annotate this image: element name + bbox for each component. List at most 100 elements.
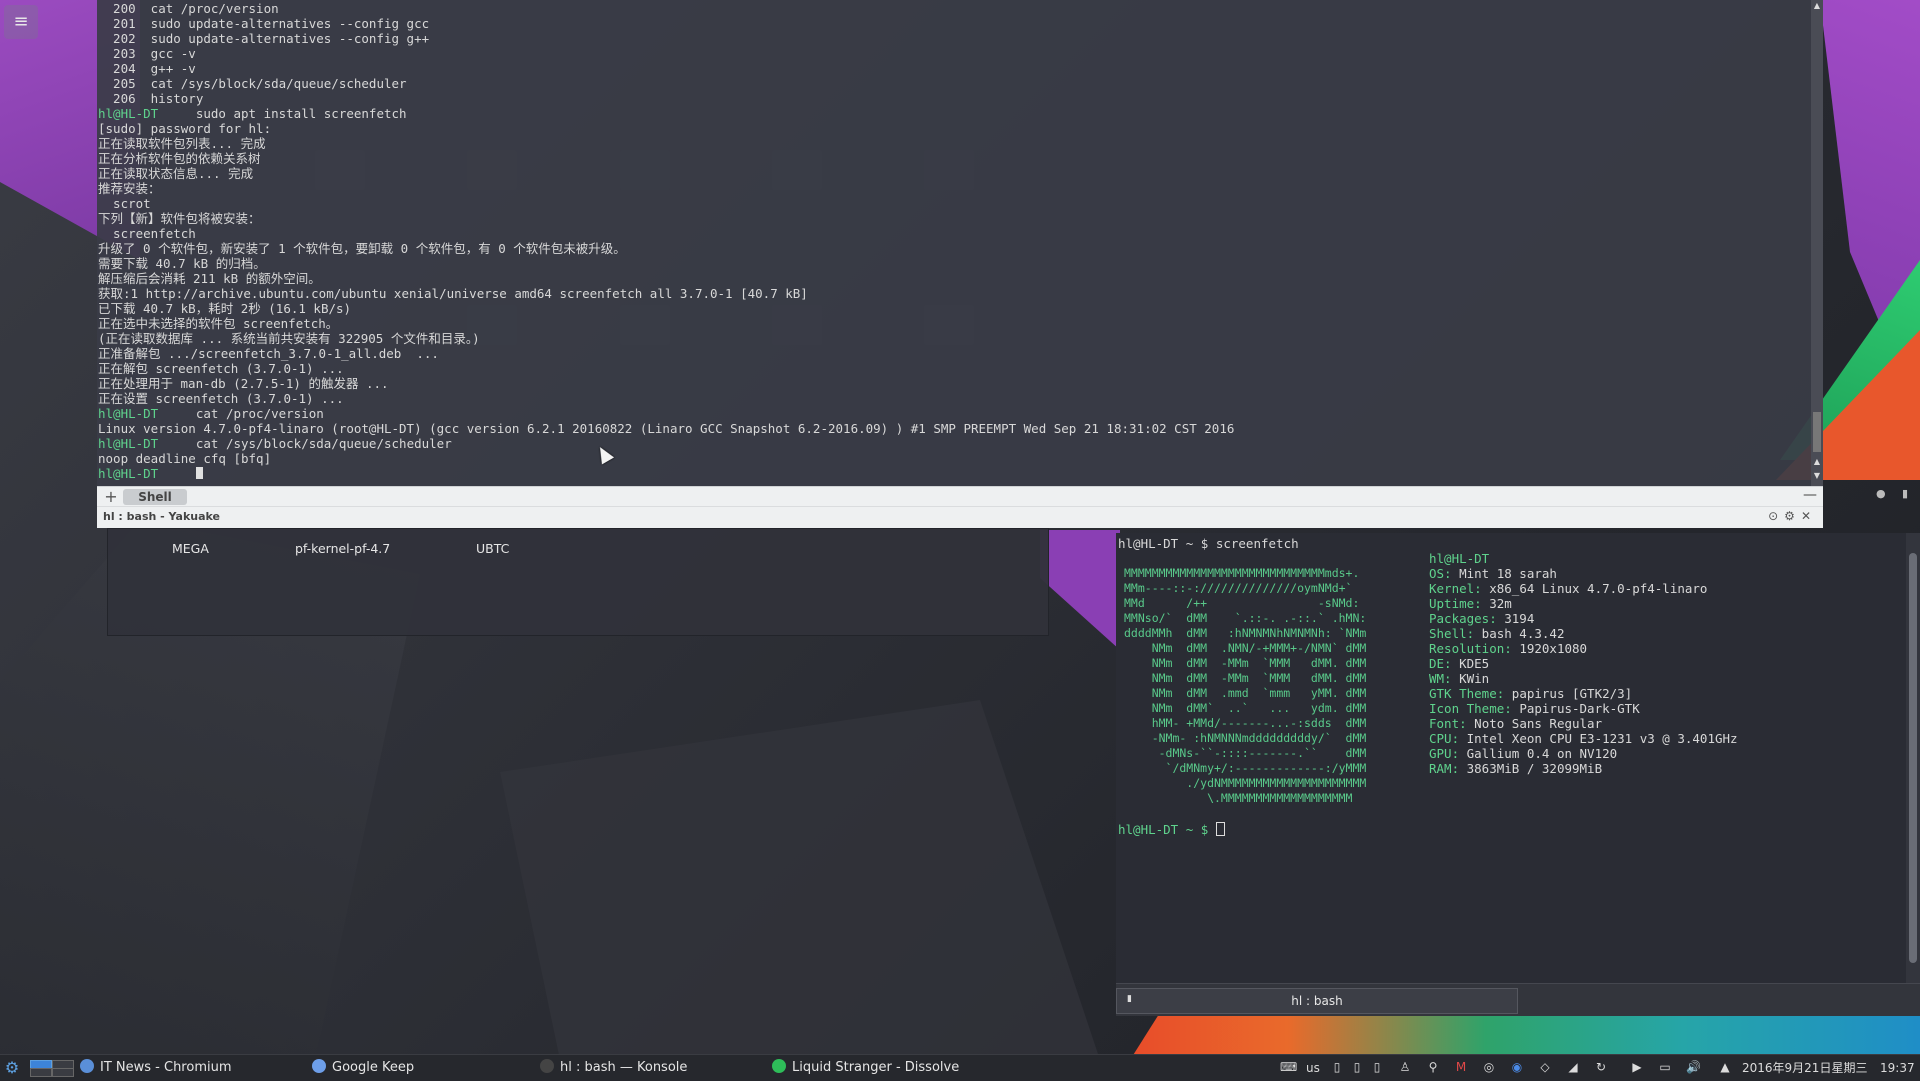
folder-item-ubtc[interactable]: UBTC [476, 541, 509, 556]
info-key: GPU: [1429, 746, 1460, 761]
desktop-4[interactable] [52, 1068, 74, 1077]
terminal-text: screenfetch [98, 226, 196, 241]
terminal-line: (正在读取数据库 ... 系统当前共安装有 322905 个文件和目录。) [98, 331, 1234, 346]
taskbar-task[interactable]: hl : bash — Konsole [540, 1057, 687, 1079]
activity-3-icon[interactable]: ▯ [1370, 1060, 1384, 1074]
info-key: Packages: [1429, 611, 1497, 626]
yakuake-terminal-output: 200 cat /proc/version 201 sudo update-al… [98, 1, 1234, 481]
terminal-text: 正在读取状态信息... 完成 [98, 166, 254, 181]
info-row: OS: Mint 18 sarah [1429, 566, 1738, 581]
steam-icon[interactable]: ◎ [1482, 1060, 1496, 1074]
info-row: GTK Theme: papirus [GTK2/3] [1429, 686, 1738, 701]
info-value: KWin [1451, 671, 1490, 686]
konsole-prompt[interactable]: hl@HL-DT ~ $ [1118, 822, 1225, 837]
info-value: 3194 [1496, 611, 1535, 626]
user-icon[interactable]: ♙ [1398, 1060, 1412, 1074]
terminal-line: 200 cat /proc/version [98, 1, 1234, 16]
shell-prompt: hl@HL-DT [98, 106, 159, 121]
terminal-text: cat /proc/version [158, 406, 324, 421]
info-row: Icon Theme: Papirus-Dark-GTK [1429, 701, 1738, 716]
media-play-icon[interactable]: ▶ [1630, 1060, 1644, 1074]
add-tab-button[interactable]: + [103, 488, 119, 506]
taskbar-task[interactable]: Google Keep [312, 1057, 414, 1079]
logo-line: MMMMMMMMMMMMMMMMMMMMMMMMMMMMMmds+. [1124, 566, 1360, 580]
terminal-text: 正在分析软件包的依赖关系树 [98, 151, 261, 166]
volume-icon[interactable]: 🔊 [1686, 1060, 1701, 1074]
minimize-button[interactable]: — [1803, 487, 1817, 503]
info-value: bash 4.3.42 [1474, 626, 1565, 641]
keyboard-icon[interactable]: ⌨ [1280, 1060, 1297, 1074]
shell-prompt: hl@HL-DT [98, 436, 159, 451]
yakuake-terminal[interactable]: 200 cat /proc/version 201 sudo update-al… [97, 0, 1823, 486]
terminal-line: hl@HL-DT sudo apt install screenfetch [98, 106, 1234, 121]
logo-line: \.MMMMMMMMMMMMMMMMMMM [1124, 791, 1353, 805]
activity-1-icon[interactable]: ▯ [1330, 1060, 1344, 1074]
info-key: DE: [1429, 656, 1452, 671]
date-label[interactable]: 2016年9月21日星期三 [1742, 1057, 1867, 1079]
dot-icon: ● [1876, 487, 1886, 500]
activity-2-icon[interactable]: ▯ [1350, 1060, 1364, 1074]
tab-bash[interactable]: ▮ hl : bash [1116, 988, 1518, 1014]
info-key: WM: [1429, 671, 1452, 686]
info-key: Icon Theme: [1429, 701, 1512, 716]
terminal-text: 正在设置 screenfetch (3.7.0-1) ... [98, 391, 344, 406]
terminal-text: 已下载 40.7 kB，耗时 2秒 (16.1 kB/s) [98, 301, 352, 316]
desktop-3[interactable] [30, 1068, 52, 1077]
terminal-text: 正准备解包 .../screenfetch_3.7.0-1_all.deb ..… [98, 346, 439, 361]
close-icon[interactable]: ✕ [1801, 509, 1817, 523]
dropbox-icon[interactable]: ◇ [1538, 1060, 1552, 1074]
terminal-line: 下列【新】软件包将被安装： [98, 211, 1234, 226]
taskbar-task[interactable]: IT News - Chromium [80, 1057, 232, 1079]
info-value: x86_64 Linux 4.7.0-pf4-linaro [1481, 581, 1708, 596]
info-row: Resolution: 1920x1080 [1429, 641, 1738, 656]
record-icon[interactable]: ⊙ [1768, 509, 1784, 523]
folder-item-mega[interactable]: MEGA [172, 541, 209, 556]
chevron-up-icon[interactable]: ▲ [1718, 1060, 1732, 1074]
taskbar-task[interactable]: Liquid Stranger - Dissolve [772, 1057, 959, 1079]
application-launcher-button[interactable]: ⚙ [3, 1059, 21, 1077]
info-row: RAM: 3863MiB / 32099MiB [1429, 761, 1738, 776]
clock-label[interactable]: 19:37 [1880, 1057, 1915, 1079]
chrome-icon[interactable]: ◉ [1510, 1060, 1524, 1074]
terminal-text: Linux version 4.7.0-pf4-linaro (root@HL-… [98, 421, 1235, 436]
info-row: Font: Noto Sans Regular [1429, 716, 1738, 731]
konsole-scrollbar[interactable] [1906, 533, 1920, 983]
scroll-up-icon[interactable]: ▲ [1811, 0, 1823, 12]
terminal-text: 正在选中未选择的软件包 screenfetch。 [98, 316, 339, 331]
update-icon[interactable]: ↻ [1594, 1060, 1608, 1074]
keyboard-layout[interactable]: us [1306, 1057, 1320, 1079]
info-key: CPU: [1429, 731, 1460, 746]
window-title: hl : bash - Yakuake [103, 510, 220, 523]
logo-line: MMm----::-://////////////oymNMd+` [1124, 581, 1353, 595]
info-key: Resolution: [1429, 641, 1512, 656]
display-icon[interactable]: ▭ [1658, 1060, 1672, 1074]
logo-line: ddddMMh dMM :hNMNMNhNMNMNh: `NMm [1124, 626, 1367, 640]
logo-line: ./ydNMMMMMMMMMMMMMMMMMMMMM [1124, 776, 1367, 790]
scroll-up-icon[interactable]: ▲ [1811, 456, 1823, 468]
terminal-text: 206 history [98, 91, 204, 106]
info-value: Noto Sans Regular [1466, 716, 1603, 731]
scroll-down-icon[interactable]: ▼ [1811, 470, 1823, 482]
terminal-line: 206 history [98, 91, 1234, 106]
yakuake-scrollbar[interactable]: ▲ ▲ ▼ [1811, 0, 1823, 486]
terminal-text: 202 sudo update-alternatives --config g+… [98, 31, 430, 46]
folder-item-pf-kernel[interactable]: pf-kernel-pf-4.7 [295, 541, 390, 556]
network-icon[interactable]: ◢ [1566, 1060, 1580, 1074]
logo-line: hMM- +MMd/-------...-:sdds dMM [1124, 716, 1367, 730]
paperclip-icon[interactable]: ⚲ [1426, 1060, 1440, 1074]
desktop-menu-button[interactable]: ≡ [4, 5, 38, 39]
virtual-desktop-pager[interactable] [28, 1060, 74, 1077]
gear-icon[interactable]: ⚙ [1784, 509, 1801, 523]
scrollbar-thumb[interactable] [1813, 412, 1821, 452]
tab-label: hl : bash [1291, 994, 1343, 1008]
wallpaper-shape [1040, 530, 1120, 650]
tab-shell[interactable]: Shell [123, 489, 187, 505]
terminal-text: 正在处理用于 man-db (2.7.5-1) 的触发器 ... [98, 376, 389, 391]
info-key: OS: [1429, 566, 1452, 581]
info-row: GPU: Gallium 0.4 on NV120 [1429, 746, 1738, 761]
terminal-line: 正在读取软件包列表... 完成 [98, 136, 1234, 151]
taskbar-task-label: IT News - Chromium [100, 1060, 232, 1075]
mega-icon[interactable]: M [1454, 1060, 1468, 1074]
scrollbar-thumb[interactable] [1909, 553, 1917, 963]
info-row: Uptime: 32m [1429, 596, 1738, 611]
